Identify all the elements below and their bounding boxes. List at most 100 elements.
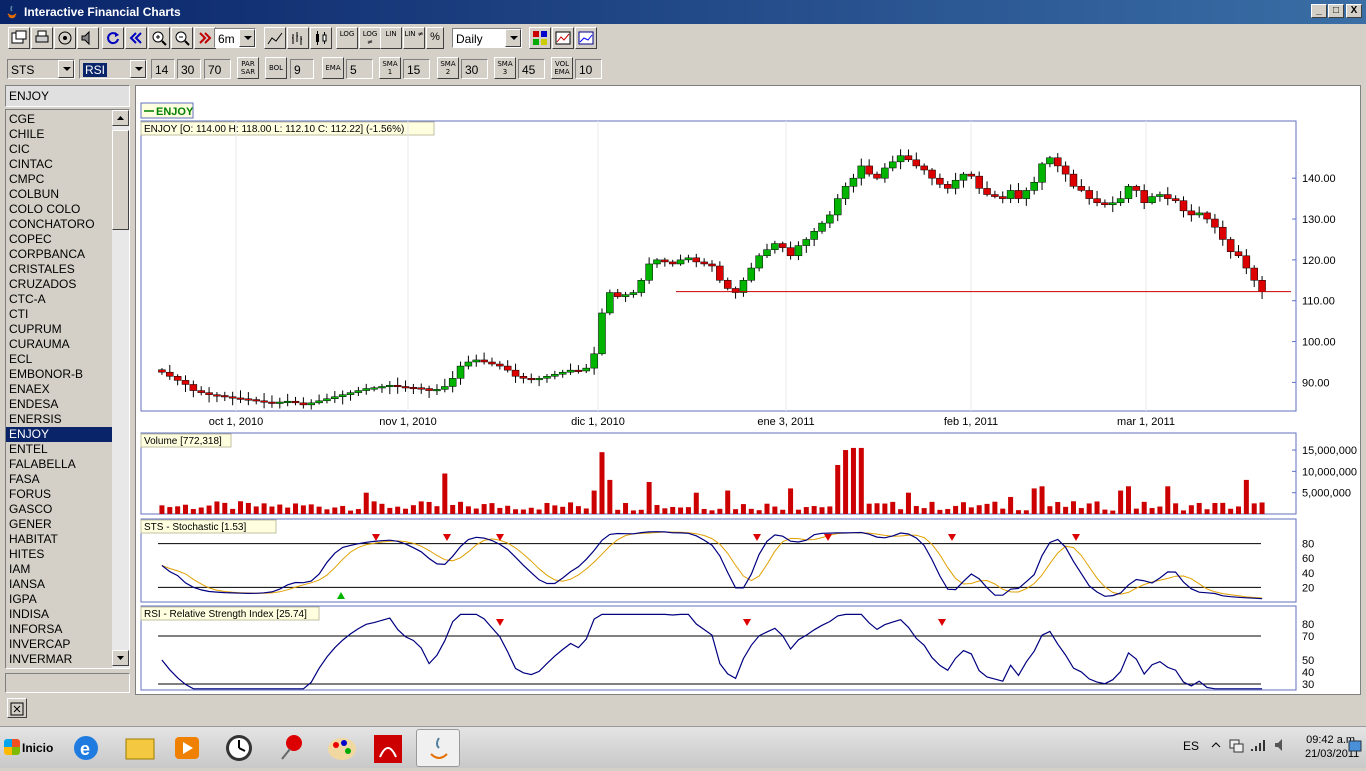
network-tray-icon[interactable] (1228, 737, 1244, 756)
show-desktop-icon[interactable] (1348, 739, 1362, 758)
symbol-search-field[interactable] (5, 673, 130, 693)
speaker-icon[interactable] (77, 27, 99, 49)
signal-tray-icon[interactable] (1250, 737, 1266, 756)
symbol-item[interactable]: CINTAC (6, 157, 113, 172)
chart-area[interactable]: ENJOY ENJOY [O: 114.00 H: 118.00 L: 112.1… (135, 85, 1361, 695)
bollinger-field[interactable]: 9 (290, 59, 314, 79)
symbol-item[interactable]: ECL (6, 352, 113, 367)
java-app-icon[interactable] (416, 729, 460, 767)
internet-explorer-icon[interactable]: e (64, 729, 108, 767)
symbol-item[interactable]: FASA (6, 472, 113, 487)
scroll-thumb[interactable] (112, 130, 129, 230)
volume-tray-icon[interactable] (1273, 737, 1289, 756)
rsi-period-field[interactable]: 14 (151, 59, 175, 79)
paint-icon[interactable] (320, 729, 364, 767)
symbol-item[interactable]: ENERSIS (6, 412, 113, 427)
symbol-item[interactable]: HABITAT (6, 532, 113, 547)
symbol-item[interactable]: COLBUN (6, 187, 113, 202)
chart-image-icon[interactable] (552, 27, 574, 49)
minimize-button[interactable]: _ (1311, 4, 1327, 18)
symbol-item[interactable]: ENTEL (6, 442, 113, 457)
vol-ema-field[interactable]: 10 (575, 59, 602, 79)
new-chart-icon[interactable] (8, 27, 30, 49)
sma3-button[interactable]: SMA 3 (494, 57, 516, 79)
log-diff-scale-button[interactable]: LOG ≠ (359, 27, 381, 49)
rsi-high-field[interactable]: 70 (204, 59, 231, 79)
symbol-item[interactable]: CIC (6, 142, 113, 157)
symbol-item[interactable]: CURAUMA (6, 337, 113, 352)
symbol-item[interactable]: EMBONOR-B (6, 367, 113, 382)
target-icon[interactable] (54, 27, 76, 49)
clock-app-icon[interactable] (217, 729, 261, 767)
rsi-low-field[interactable]: 30 (177, 59, 201, 79)
sma1-field[interactable]: 15 (403, 59, 430, 79)
forward-icon[interactable] (194, 27, 216, 49)
sma1-button[interactable]: SMA 1 (379, 57, 401, 79)
symbol-scrollbar[interactable] (112, 110, 129, 668)
start-button[interactable]: Inicio (2, 731, 58, 765)
sma2-button[interactable]: SMA 2 (437, 57, 459, 79)
log-scale-button[interactable]: LOG (336, 27, 358, 49)
acrobat-icon[interactable] (366, 729, 410, 767)
scroll-down-button[interactable] (112, 650, 129, 666)
lin-diff-scale-button[interactable]: LIN ≠ (403, 27, 425, 49)
symbol-item[interactable]: GASCO (6, 502, 113, 517)
fullscreen-button[interactable] (7, 698, 27, 718)
language-indicator[interactable]: ES (1183, 739, 1199, 753)
symbol-item[interactable]: ENJOY (6, 427, 113, 442)
symbol-item[interactable]: FALABELLA (6, 457, 113, 472)
symbol-item[interactable]: IGPA (6, 592, 113, 607)
close-button[interactable]: X (1346, 4, 1362, 18)
symbol-item[interactable]: CTI (6, 307, 113, 322)
explorer-folder-icon[interactable] (118, 729, 162, 767)
zoom-out-icon[interactable] (171, 27, 193, 49)
scroll-up-button[interactable] (112, 110, 129, 126)
back-icon[interactable] (125, 27, 147, 49)
symbol-item[interactable]: INVERCAP (6, 637, 113, 652)
symbol-item[interactable]: CRISTALES (6, 262, 113, 277)
symbol-item[interactable]: CRUZADOS (6, 277, 113, 292)
symbol-item[interactable]: COPEC (6, 232, 113, 247)
show-hidden-icons-icon[interactable] (1210, 739, 1222, 754)
zoom-in-icon[interactable] (148, 27, 170, 49)
chart-window-icon[interactable] (575, 27, 597, 49)
refresh-icon[interactable] (102, 27, 124, 49)
lin-scale-button[interactable]: LIN (380, 27, 402, 49)
symbol-item[interactable]: CGE (6, 112, 113, 127)
oscillator2-select[interactable]: RSI (79, 59, 147, 79)
symbol-item[interactable]: CUPRUM (6, 322, 113, 337)
oscillator1-select[interactable]: STS (7, 59, 75, 79)
interval-select[interactable]: Daily (452, 28, 522, 48)
percent-scale-button[interactable]: % (426, 27, 444, 49)
symbol-item[interactable]: CTC-A (6, 292, 113, 307)
symbol-item[interactable]: CONCHATORO (6, 217, 113, 232)
ema-button[interactable]: EMA (322, 57, 344, 79)
line-chart-icon[interactable] (264, 27, 286, 49)
period-select[interactable]: 6m (214, 28, 256, 48)
symbol-item[interactable]: INVERMAR (6, 652, 113, 667)
candle-chart-icon[interactable] (310, 27, 332, 49)
vol-ema-button[interactable]: VOL EMA (551, 57, 573, 79)
symbol-item[interactable]: IANSA (6, 577, 113, 592)
print-icon[interactable] (31, 27, 53, 49)
symbol-item[interactable]: FORUS (6, 487, 113, 502)
symbol-item[interactable]: COLO COLO (6, 202, 113, 217)
pushpin-icon[interactable] (270, 729, 314, 767)
symbol-item[interactable]: ENDESA (6, 397, 113, 412)
media-player-icon[interactable] (165, 729, 209, 767)
colors-icon[interactable] (529, 27, 551, 49)
symbol-item[interactable]: HITES (6, 547, 113, 562)
symbol-item[interactable]: CORPBANCA (6, 247, 113, 262)
maximize-button[interactable]: □ (1328, 4, 1344, 18)
symbol-item[interactable]: CMPC (6, 172, 113, 187)
symbol-item[interactable]: INDISA (6, 607, 113, 622)
bollinger-button[interactable]: BOL (265, 57, 287, 79)
ema-field[interactable]: 5 (346, 59, 373, 79)
bar-chart-icon[interactable] (287, 27, 309, 49)
sma3-field[interactable]: 45 (518, 59, 545, 79)
sma2-field[interactable]: 30 (461, 59, 488, 79)
symbol-item[interactable]: ENAEX (6, 382, 113, 397)
symbol-item[interactable]: IAM (6, 562, 113, 577)
par-sar-button[interactable]: PAR SAR (237, 57, 259, 79)
symbol-item[interactable]: GENER (6, 517, 113, 532)
